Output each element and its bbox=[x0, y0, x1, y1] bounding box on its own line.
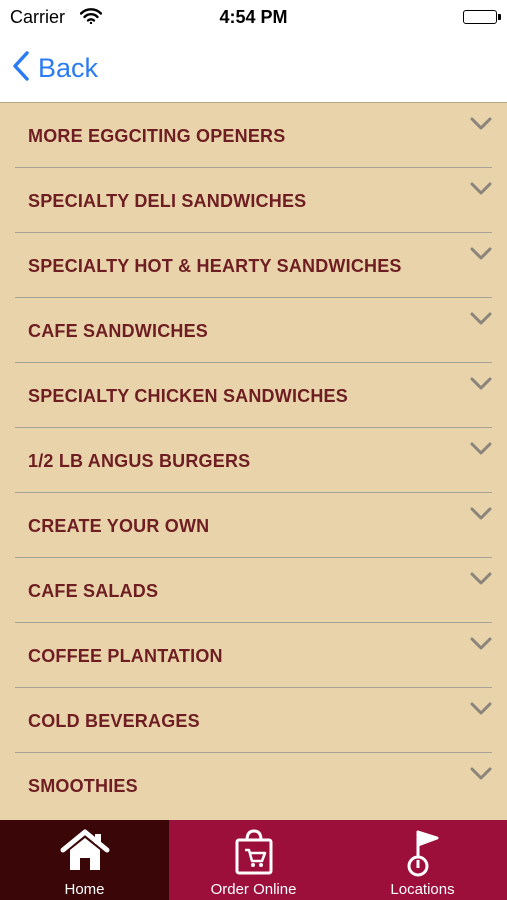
chevron-down-icon[interactable] bbox=[470, 767, 492, 786]
back-label: Back bbox=[38, 52, 99, 83]
chevron-down-icon[interactable] bbox=[470, 637, 492, 656]
menu-item-label: CAFE SALADS bbox=[28, 581, 159, 601]
battery-icon bbox=[463, 10, 501, 24]
tab-order-online[interactable]: Order Online bbox=[169, 820, 338, 900]
menu-item-label: SPECIALTY CHICKEN SANDWICHES bbox=[28, 386, 348, 406]
menu-item-cafe-salads[interactable]: CAFE SALADS bbox=[15, 558, 492, 623]
menu-item-label: COFFEE PLANTATION bbox=[28, 646, 223, 666]
menu-item-cold-beverages[interactable]: COLD BEVERAGES bbox=[15, 688, 492, 753]
menu-item-label: COLD BEVERAGES bbox=[28, 711, 200, 731]
chevron-down-icon[interactable] bbox=[470, 702, 492, 721]
back-button[interactable]: Back bbox=[12, 50, 98, 86]
menu-item-specialty-hot-hearty-sandwiches[interactable]: SPECIALTY HOT & HEARTY SANDWICHES bbox=[15, 233, 492, 298]
tab-home[interactable]: Home bbox=[0, 820, 169, 900]
chevron-down-icon[interactable] bbox=[470, 377, 492, 396]
menu-item-label: SPECIALTY DELI SANDWICHES bbox=[28, 191, 307, 211]
menu-item-smoothies[interactable]: SMOOTHIES bbox=[15, 753, 492, 818]
menu-item-create-your-own[interactable]: CREATE YOUR OWN bbox=[15, 493, 492, 558]
tab-home-label: Home bbox=[64, 881, 105, 898]
chevron-down-icon[interactable] bbox=[470, 247, 492, 266]
menu-item-label: SPECIALTY HOT & HEARTY SANDWICHES bbox=[28, 256, 402, 276]
chevron-down-icon[interactable] bbox=[470, 442, 492, 461]
menu-item-specialty-deli-sandwiches[interactable]: SPECIALTY DELI SANDWICHES bbox=[15, 168, 492, 233]
menu-item-label: 1/2 LB ANGUS BURGERS bbox=[28, 451, 251, 471]
tab-locations[interactable]: Locations bbox=[338, 820, 507, 900]
chevron-down-icon[interactable] bbox=[470, 572, 492, 591]
status-bar: Carrier 4:54 PM bbox=[0, 0, 507, 36]
tab-locations-label: Locations bbox=[390, 881, 455, 898]
location-flag-icon bbox=[401, 828, 445, 883]
menu-item-cafe-sandwiches[interactable]: CAFE SANDWICHES bbox=[15, 298, 492, 363]
menu-item-coffee-plantation[interactable]: COFFEE PLANTATION bbox=[15, 623, 492, 688]
chevron-down-icon[interactable] bbox=[470, 117, 492, 136]
menu-item-label: CREATE YOUR OWN bbox=[28, 516, 210, 536]
menu-item-angus-burgers[interactable]: 1/2 LB ANGUS BURGERS bbox=[15, 428, 492, 493]
clock: 4:54 PM bbox=[219, 7, 288, 27]
navigation-bar: Back bbox=[0, 36, 507, 103]
chevron-down-icon[interactable] bbox=[470, 312, 492, 331]
menu-item-specialty-chicken-sandwiches[interactable]: SPECIALTY CHICKEN SANDWICHES bbox=[15, 363, 492, 428]
home-icon bbox=[59, 828, 111, 877]
chevron-down-icon[interactable] bbox=[470, 507, 492, 526]
menu-category-list: MORE EGGCITING OPENERS SPECIALTY DELI SA… bbox=[0, 103, 507, 818]
chevron-left-icon bbox=[12, 50, 30, 87]
menu-item-more-eggciting-openers[interactable]: MORE EGGCITING OPENERS bbox=[15, 103, 492, 168]
menu-item-label: MORE EGGCITING OPENERS bbox=[28, 126, 286, 146]
tab-order-online-label: Order Online bbox=[210, 881, 297, 898]
tab-bar: Home Order Online Locations bbox=[0, 820, 507, 900]
menu-item-label: CAFE SANDWICHES bbox=[28, 321, 209, 341]
shopping-bag-icon bbox=[232, 828, 276, 881]
menu-item-label: SMOOTHIES bbox=[28, 776, 138, 796]
chevron-down-icon[interactable] bbox=[470, 182, 492, 201]
